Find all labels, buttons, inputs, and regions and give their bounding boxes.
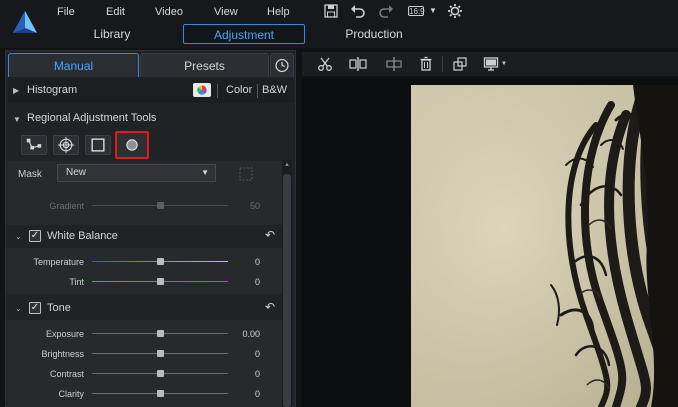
menu-help[interactable]: Help: [267, 4, 290, 20]
tone-checkbox[interactable]: ✓: [29, 302, 41, 314]
mask-dropdown[interactable]: New ▼: [57, 164, 216, 182]
temperature-value: 0: [254, 257, 260, 267]
display-dropdown-icon[interactable]: ▼: [500, 56, 508, 72]
divider: [442, 56, 443, 72]
trim-clip-icon[interactable]: [384, 56, 404, 72]
tab-manual[interactable]: Manual: [8, 53, 139, 77]
tint-label: Tint: [69, 277, 84, 287]
white-balance-checkbox[interactable]: ✓: [29, 230, 41, 242]
color-wheel-icon[interactable]: [193, 83, 211, 97]
expand-arrow-icon[interactable]: ▶: [13, 86, 19, 95]
mask-label: Mask: [18, 169, 42, 180]
split-clip-icon[interactable]: [348, 56, 368, 72]
aspect-ratio-dropdown-icon[interactable]: ▼: [424, 3, 442, 19]
brightness-slider-thumb[interactable]: [157, 350, 164, 357]
scroll-up-arrow-icon[interactable]: ▲: [284, 162, 290, 168]
collapse-arrow-icon[interactable]: ⌄: [15, 232, 22, 241]
regional-tools-title: Regional Adjustment Tools: [27, 112, 157, 124]
gradient-label: Gradient: [49, 201, 84, 211]
app-logo: [13, 11, 37, 33]
linear-gradient-tool-icon[interactable]: [85, 135, 111, 155]
clarity-value: 0: [254, 389, 260, 399]
temperature-label: Temperature: [33, 257, 84, 267]
monitor-display-icon[interactable]: [483, 56, 499, 72]
reset-tone-icon[interactable]: ↶: [265, 300, 275, 314]
trash-icon[interactable]: [418, 56, 434, 72]
contrast-slider-thumb[interactable]: [157, 370, 164, 377]
menu-edit[interactable]: Edit: [106, 4, 125, 20]
mode-tab-production[interactable]: Production: [333, 24, 415, 44]
gradient-slider-thumb: [157, 202, 164, 209]
path-brush-tool-icon[interactable]: [21, 135, 47, 155]
hair-photo-image: [411, 85, 678, 407]
tone-header: ⌄ ✓ Tone ↶: [7, 297, 294, 319]
viewer-toolbar: ▼: [302, 52, 678, 76]
tab-presets[interactable]: Presets: [140, 53, 269, 77]
tint-slider-thumb[interactable]: [157, 278, 164, 285]
exposure-label: Exposure: [45, 329, 84, 339]
exposure-slider-thumb[interactable]: [157, 330, 164, 337]
divider: [217, 84, 218, 98]
menu-video[interactable]: Video: [155, 4, 183, 20]
histogram-section[interactable]: ▶ Histogram Color B&W: [7, 79, 294, 103]
temperature-slider-thumb[interactable]: [157, 258, 164, 265]
contrast-value: 0: [254, 369, 260, 379]
crop-icon[interactable]: [452, 56, 468, 72]
mode-tab-adjustment[interactable]: Adjustment: [183, 24, 305, 44]
photo-viewer: [302, 78, 678, 407]
radial-gradient-tool-icon[interactable]: [115, 131, 149, 159]
collapse-arrow-icon[interactable]: ⌄: [15, 304, 22, 313]
menu-file[interactable]: File: [57, 4, 75, 20]
regional-tools-section: ▼ Regional Adjustment Tools: [7, 107, 294, 163]
bw-mode-button[interactable]: B&W: [262, 84, 287, 96]
histogram-title: Histogram: [27, 84, 78, 96]
save-icon[interactable]: [322, 3, 340, 19]
adjustment-panel: Manual Presets ▶ Histogram Color B&W ▼ R…: [5, 50, 296, 407]
scrollbar-thumb[interactable]: [283, 174, 291, 407]
brightness-label: Brightness: [41, 349, 84, 359]
settings-gear-icon[interactable]: [446, 3, 464, 19]
clarity-slider-thumb[interactable]: [157, 390, 164, 397]
redo-icon[interactable]: [377, 3, 395, 19]
mask-dropdown-value: New: [66, 167, 87, 178]
color-mode-button[interactable]: Color: [226, 84, 252, 96]
tint-value: 0: [254, 277, 260, 287]
history-clock-icon[interactable]: [270, 53, 294, 77]
divider: [257, 84, 258, 98]
panel-scrollbar[interactable]: ▲: [282, 160, 292, 407]
exposure-value: 0.00: [242, 329, 260, 339]
menu-view[interactable]: View: [214, 4, 238, 20]
white-balance-controls: [7, 248, 287, 294]
collapse-arrow-icon[interactable]: ▼: [13, 115, 21, 124]
chevron-down-icon: ▼: [201, 168, 209, 177]
scissors-icon[interactable]: [317, 56, 333, 72]
target-tool-icon[interactable]: [53, 135, 79, 155]
gradient-value: 50: [249, 201, 260, 211]
brightness-value: 0: [254, 349, 260, 359]
reset-white-balance-icon[interactable]: ↶: [265, 228, 275, 242]
mask-reset-icon: [239, 167, 253, 181]
undo-icon[interactable]: [349, 3, 367, 19]
title-bar: File Edit Video View Help 16:9 ▼ Library…: [0, 0, 678, 48]
mode-tab-library[interactable]: Library: [72, 24, 152, 44]
clarity-label: Clarity: [58, 389, 84, 399]
white-balance-header: ⌄ ✓ White Balance ↶: [7, 225, 294, 247]
contrast-label: Contrast: [49, 369, 84, 379]
white-balance-title: White Balance: [47, 230, 118, 242]
photo-preview: [411, 85, 678, 407]
aspect-ratio-icon[interactable]: 16:9: [408, 6, 425, 16]
tone-title: Tone: [47, 302, 71, 314]
